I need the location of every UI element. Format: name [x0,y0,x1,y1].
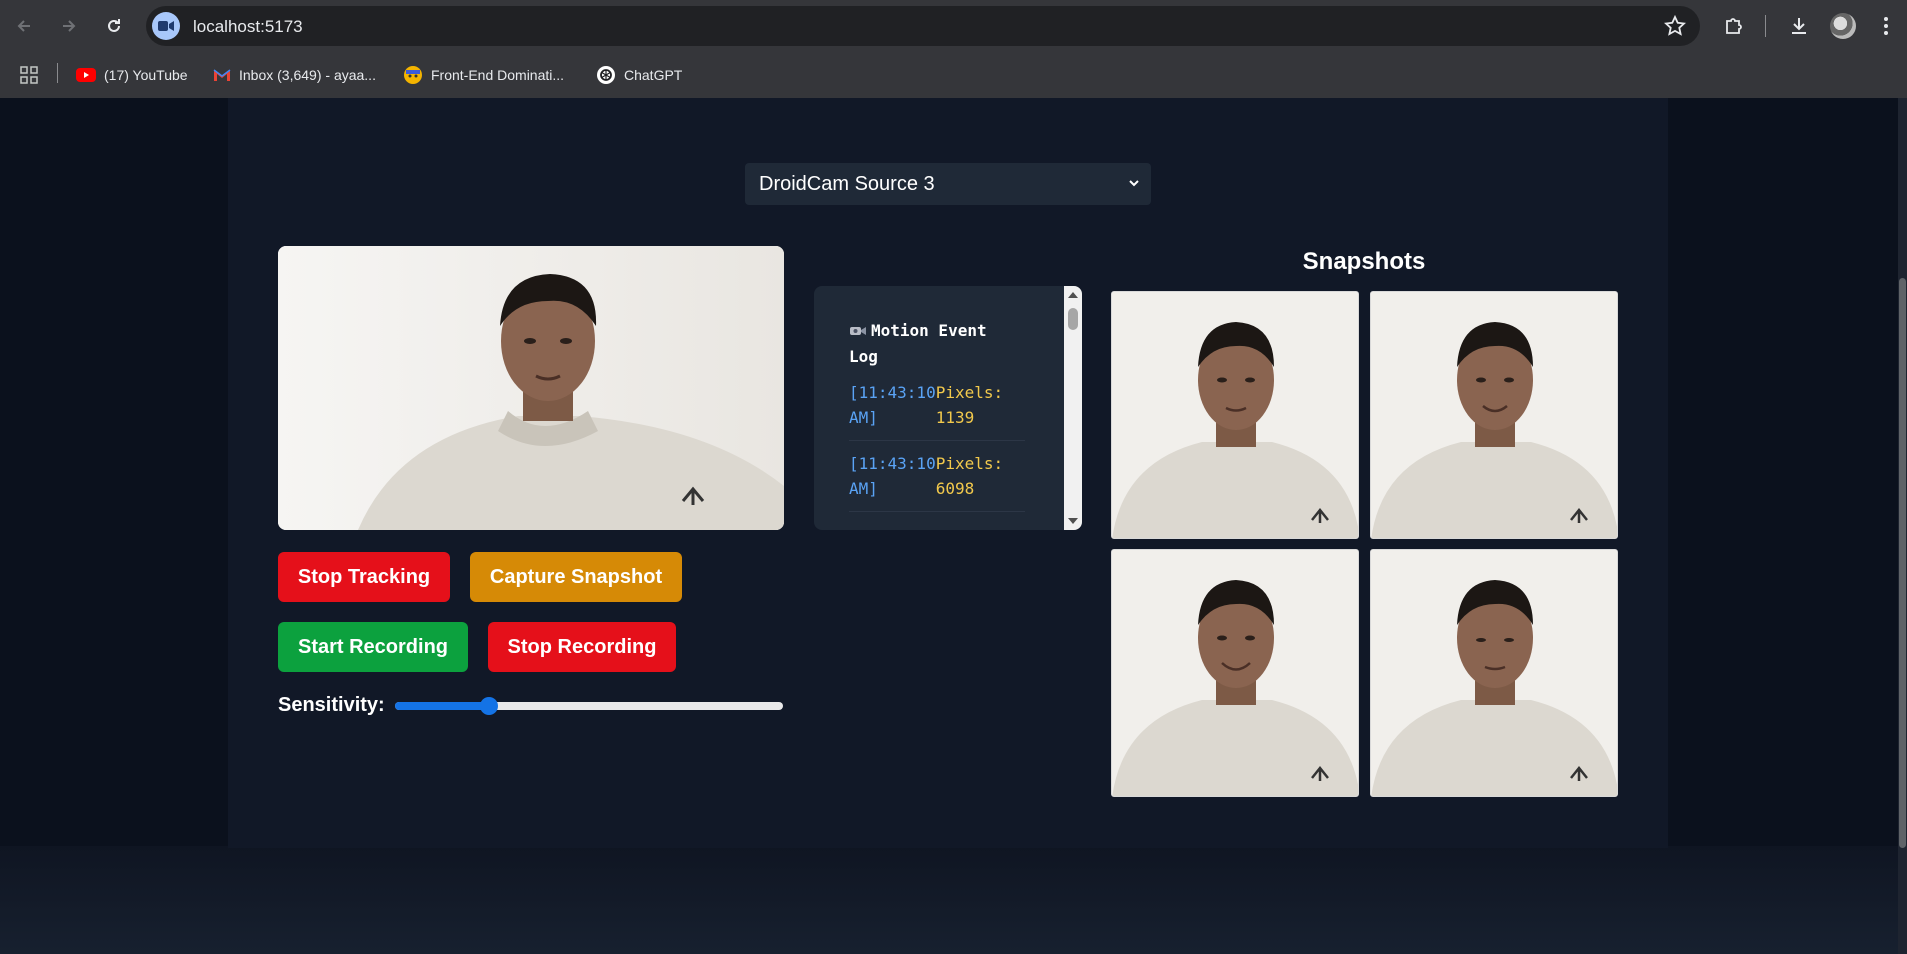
bookmark-label: ChatGPT [624,67,683,83]
url-text: localhost:5173 [193,17,303,36]
bookmark-chatgpt[interactable]: ChatGPT [596,64,682,86]
reload-icon [108,19,120,32]
snapshot-image[interactable] [1370,291,1618,539]
snapshot-image[interactable] [1111,549,1359,797]
chatgpt-icon [597,66,615,84]
scroll-up-icon [1068,292,1078,298]
reload-button[interactable] [100,12,128,40]
browser-menu-button[interactable] [1872,12,1900,40]
camera-icon [850,327,866,335]
puzzle-icon [1726,18,1742,34]
bookmarks-divider [57,63,58,83]
chevron-down-icon [1129,180,1139,187]
bookmark-avatar-icon [404,66,422,84]
more-vert-icon [1884,17,1888,35]
bookmark-label: Inbox (3,649) - ayaa... [239,67,376,83]
person-snapshot [1371,292,1617,538]
snapshots-title: Snapshots [1302,248,1426,275]
bookmark-gmail[interactable]: Inbox (3,649) - ayaa... [213,64,376,86]
bookmark-star-button[interactable] [1663,14,1687,42]
video-camera-icon [158,21,174,31]
profile-avatar[interactable] [1830,13,1856,39]
bookmark-label: Front-End Dominati... [431,67,565,83]
back-button[interactable] [10,12,38,40]
person-video-frame [278,246,784,530]
person-snapshot [1371,550,1617,796]
sensitivity-slider[interactable] [395,697,783,715]
forward-button[interactable] [55,12,83,40]
site-info-icon[interactable] [152,12,180,40]
youtube-icon [76,68,96,82]
bookmarks-bar: (17) YouTube Inbox (3,649) - ayaa... Fro… [0,52,1907,98]
extensions-button[interactable] [1720,12,1748,40]
star-icon [1663,14,1687,36]
page-bottom-gradient [0,846,1907,954]
download-icon [1792,18,1806,34]
apps-button[interactable] [20,64,38,86]
log-entry-time: [11:43:10 AM] [849,454,936,498]
log-scrollbar[interactable] [1064,286,1082,530]
slider-fill [395,702,490,710]
toolbar-divider [1765,15,1766,37]
log-title-text: Motion Event Log [849,321,987,366]
log-entry: [11:43:10 AM] Pixels: 1139 [849,380,1025,441]
scroll-down-icon [1068,518,1078,524]
person-snapshot [1112,550,1358,796]
arrow-left-icon [17,20,30,32]
stop-tracking-button[interactable]: Stop Tracking [278,552,450,602]
address-bar[interactable]: localhost:5173 [146,6,1700,46]
snapshot-image[interactable] [1370,549,1618,797]
capture-snapshot-button[interactable]: Capture Snapshot [470,552,682,602]
motion-event-log[interactable]: Motion Event Log [11:43:10 AM] Pixels: 1… [814,286,1082,530]
gmail-icon [213,69,231,81]
page-scrollbar-thumb[interactable] [1899,278,1906,848]
page-viewport: DroidCam Source 3 Stop Tracking Capture … [0,98,1907,954]
browser-toolbar: localhost:5173 [0,0,1907,52]
snapshot-image[interactable] [1111,291,1359,539]
camera-source-select[interactable]: DroidCam Source 3 [745,163,1151,205]
browser-chrome: localhost:5173 (17) YouTube Inbox (3,649… [0,0,1907,98]
sensitivity-label: Sensitivity: [278,694,385,716]
bookmark-youtube[interactable]: (17) YouTube [76,64,188,86]
downloads-button[interactable] [1785,12,1813,40]
slider-thumb[interactable] [480,697,499,715]
camera-source-value: DroidCam Source 3 [759,172,935,195]
log-entry: [11:43:10 AM] Pixels: 6098 [849,451,1025,512]
bookmark-frontend[interactable]: Front-End Dominati... [403,64,564,86]
log-entry-pixels: Pixels: 6098 [935,454,1004,498]
log-title: Motion Event Log [849,318,1025,370]
apps-grid-icon [20,66,38,84]
stop-recording-button[interactable]: Stop Recording [488,622,676,672]
arrow-right-icon [63,20,76,32]
person-snapshot [1112,292,1358,538]
log-scroll-thumb[interactable] [1068,308,1078,330]
log-entry-time: [11:43:10 AM] [849,383,936,427]
live-video-feed [278,246,784,530]
bookmark-label: (17) YouTube [104,67,188,83]
start-recording-button[interactable]: Start Recording [278,622,468,672]
log-entry-pixels: Pixels: 1139 [935,383,1004,427]
